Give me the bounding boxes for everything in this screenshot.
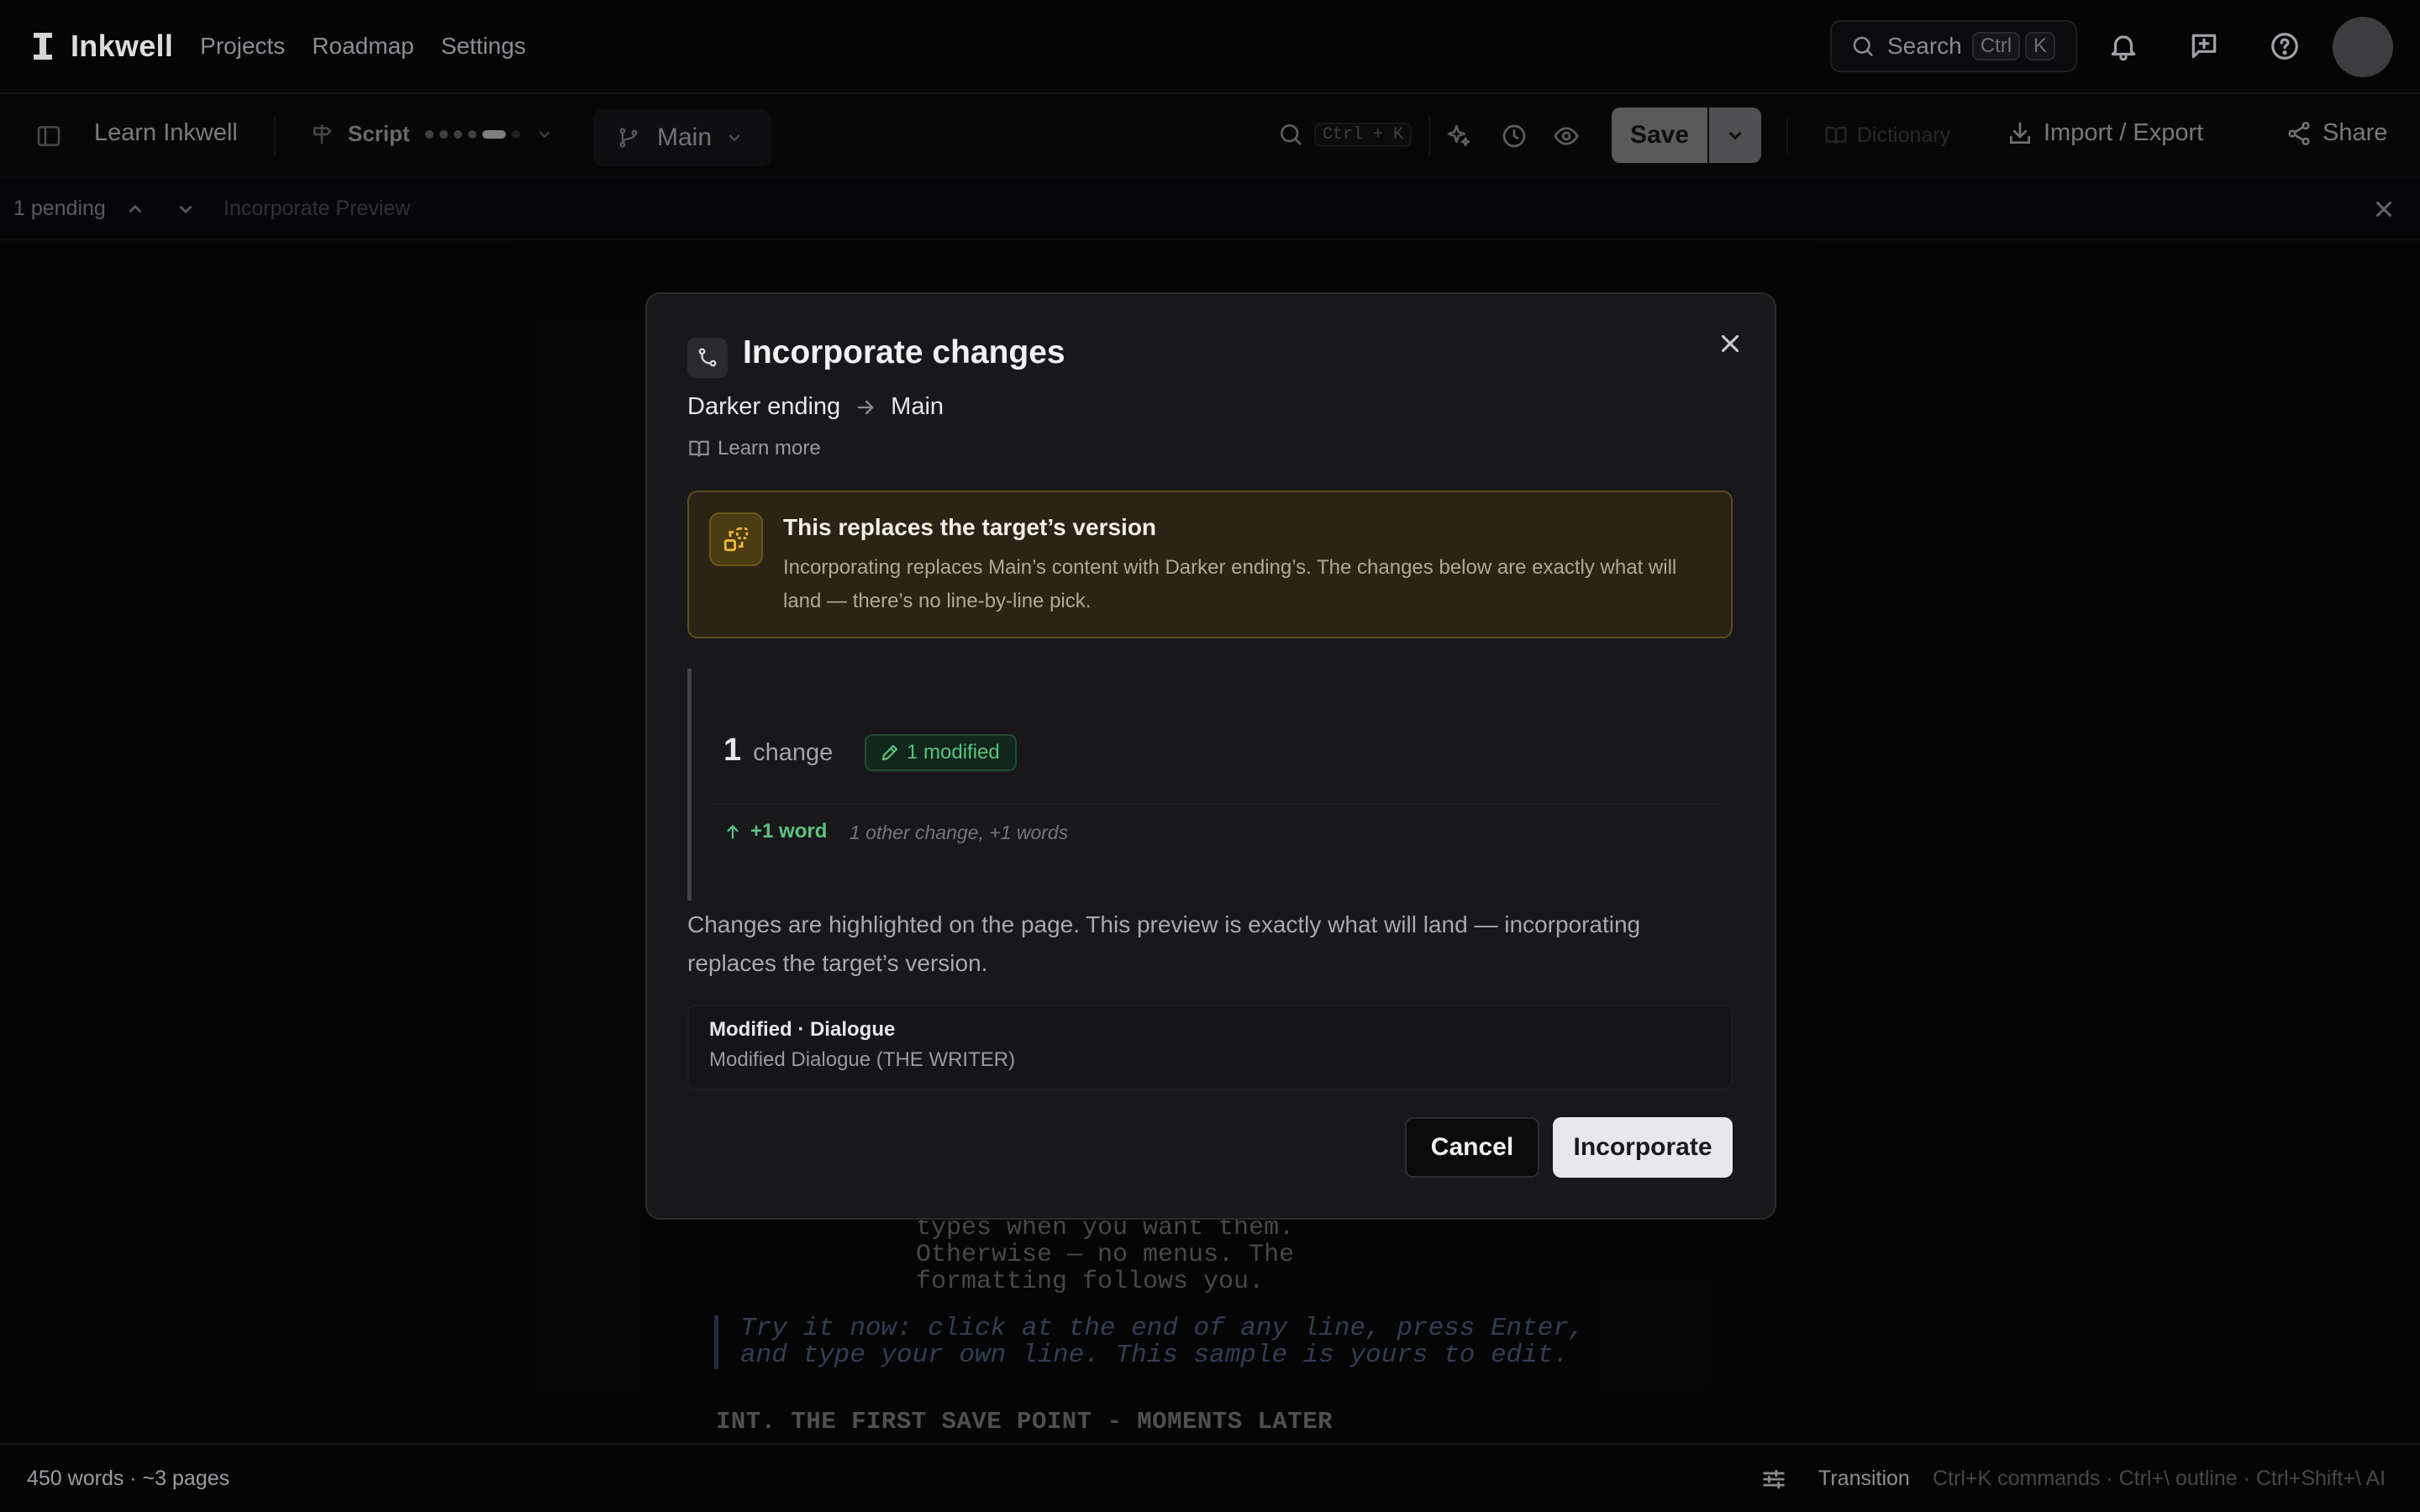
nav-settings[interactable]: Settings	[441, 33, 526, 60]
change-count: 1 change	[723, 732, 833, 769]
inkwell-logo-icon	[34, 33, 52, 60]
app-logo[interactable]: Inkwell	[32, 29, 173, 64]
element-type[interactable]: Transition	[1818, 1467, 1910, 1491]
warning-icon-badge	[709, 512, 763, 566]
modified-badge: 1 modified	[865, 734, 1017, 771]
learn-more-link[interactable]: Learn more	[687, 437, 821, 460]
top-nav: Projects Roadmap Settings	[200, 33, 526, 60]
replace-warning: This replaces the target’s version Incor…	[687, 491, 1733, 638]
modified-item-title: Modified · Dialogue	[709, 1018, 896, 1041]
bell-icon[interactable]	[2107, 30, 2139, 62]
app-name: Inkwell	[71, 29, 174, 63]
close-icon[interactable]	[1716, 329, 1744, 358]
pencil-icon	[881, 744, 898, 761]
feedback-icon[interactable]	[2188, 30, 2220, 62]
change-summary: 1 change 1 modified +1 word 1 other chan…	[687, 669, 1733, 900]
target-branch: Main	[891, 393, 944, 420]
search-kbd-k: K	[2025, 32, 2056, 60]
global-search[interactable]: Search Ctrl K	[1830, 20, 2077, 72]
nav-roadmap[interactable]: Roadmap	[312, 33, 413, 60]
modified-item-subtitle: Modified Dialogue (THE WRITER)	[709, 1048, 1016, 1071]
shortcuts-hint: Ctrl+K commands · Ctrl+\ outline · Ctrl+…	[1933, 1467, 2386, 1490]
search-label: Search	[1887, 33, 1962, 59]
nav-projects[interactable]: Projects	[200, 33, 285, 60]
search-icon	[1853, 36, 1874, 57]
replace-icon	[723, 527, 749, 552]
word-delta-label: +1 word	[750, 820, 828, 843]
merge-route: Darker ending Main	[687, 393, 944, 421]
word-delta: +1 word	[723, 820, 827, 843]
word-count: 450 words · ~3 pages	[27, 1467, 230, 1490]
learn-more-label: Learn more	[718, 437, 821, 459]
warning-body: Incorporating replaces Main’s content wi…	[783, 556, 1677, 612]
dialog-title: Incorporate changes	[743, 334, 1065, 370]
merge-icon	[698, 348, 717, 367]
arrow-right-icon	[857, 400, 874, 414]
user-avatar[interactable]	[2333, 17, 2393, 77]
top-bar: Inkwell Projects Roadmap Settings Search…	[0, 0, 2420, 94]
modified-change-item[interactable]: Modified · Dialogue Modified Dialogue (T…	[687, 1005, 1733, 1090]
help-icon[interactable]	[2269, 30, 2301, 62]
status-bar: 450 words · ~3 pages Transition Ctrl+K c…	[0, 1443, 2420, 1512]
sliders-icon[interactable]	[1760, 1465, 1788, 1494]
book-icon	[689, 440, 709, 457]
incorporate-button[interactable]: Incorporate	[1553, 1117, 1733, 1178]
other-changes: 1 other change, +1 words	[850, 822, 1069, 843]
incorporate-changes-dialog: Incorporate changes Darker ending Main L…	[645, 292, 1776, 1220]
warning-title: This replaces the target’s version	[783, 514, 1157, 540]
preview-note: Changes are highlighted on the page. Thi…	[687, 911, 1641, 976]
cancel-button[interactable]: Cancel	[1405, 1117, 1539, 1178]
change-count-number: 1	[723, 732, 742, 768]
modified-badge-label: 1 modified	[907, 741, 1000, 764]
source-branch: Darker ending	[687, 393, 841, 420]
search-kbd-ctrl: Ctrl	[1971, 32, 2021, 60]
merge-icon-badge	[687, 338, 728, 378]
arrow-up-icon	[727, 824, 739, 839]
change-count-label: change	[753, 739, 834, 766]
